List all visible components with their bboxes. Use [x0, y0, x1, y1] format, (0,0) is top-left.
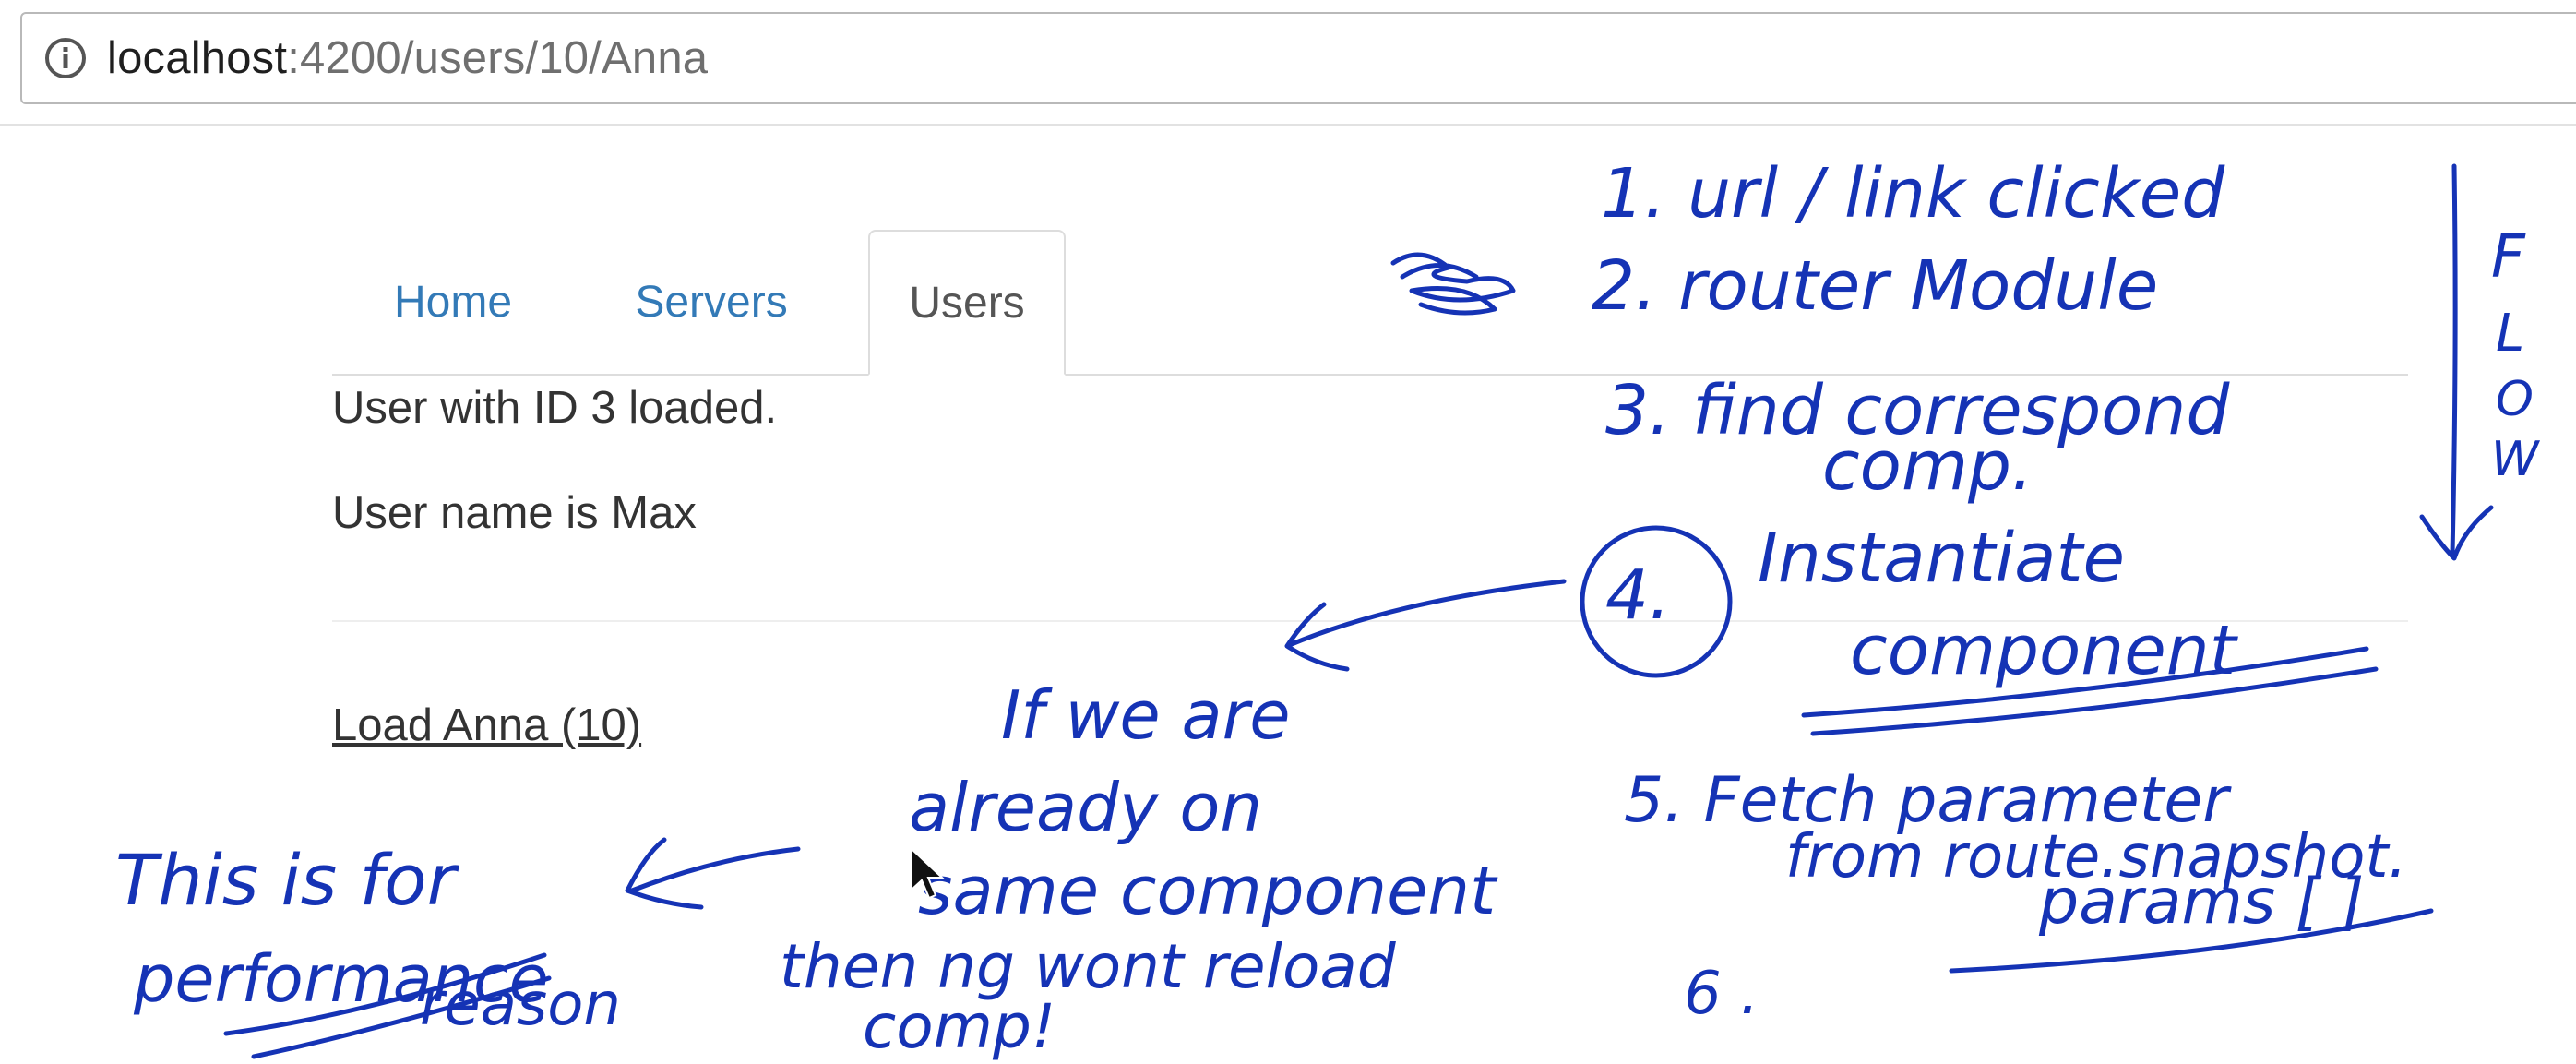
flow-letter-o: O — [2496, 372, 2534, 427]
step-4-circle — [1580, 525, 1733, 678]
flow-step-4-text2: component — [1850, 611, 2239, 690]
flow-letter-w: W — [2491, 432, 2541, 487]
divider — [332, 620, 2408, 622]
flow-step-5c: params [ ] — [2038, 866, 2364, 938]
flow-step-1: 1. url / link clicked — [1601, 154, 2225, 233]
note-left-3: reason — [420, 971, 621, 1039]
arrow-step4-to-note — [1284, 579, 1567, 672]
arrow-to-left-note — [625, 837, 801, 910]
flow-step-5: 5. Fetch parameter — [1624, 764, 2232, 837]
flow-step-4: 4. — [1605, 556, 1671, 635]
tab-servers[interactable]: Servers — [574, 230, 849, 374]
flow-letter-f: F — [2491, 223, 2526, 292]
underline-component — [1801, 646, 2379, 736]
flow-step-4-text: Instantiate — [1758, 519, 2125, 598]
url-text[interactable]: localhost:4200/users/10/Anna — [107, 32, 708, 84]
url-host: localhost — [107, 33, 288, 83]
address-bar[interactable]: localhost:4200/users/10/Anna — [20, 12, 2576, 104]
mouse-cursor-icon — [911, 847, 945, 900]
tab-users[interactable]: Users — [868, 230, 1066, 376]
note-left-1: This is for — [115, 839, 460, 921]
note-left-2: performance — [133, 941, 549, 1017]
note-middle-5: comp! — [863, 991, 1055, 1062]
info-icon[interactable] — [44, 37, 87, 79]
note-middle-4: then ng wont reload — [780, 931, 1397, 1002]
user-name-text: User name is Max — [332, 488, 697, 538]
note-middle-3: same component — [918, 852, 1498, 929]
flow-step-5b: from route.snapshot. — [1785, 823, 2407, 891]
url-path: :4200/users/10/Anna — [287, 33, 709, 83]
flow-arrow — [2419, 163, 2494, 561]
load-anna-link[interactable]: Load Anna (10) — [332, 699, 641, 751]
flow-letter-l: L — [2496, 304, 2524, 364]
underline-performance — [223, 952, 552, 1059]
flow-step-3: 3. find correspond — [1605, 371, 2230, 450]
nav-tabs: Home Servers Users — [332, 230, 2408, 376]
browser-toolbar: localhost:4200/users/10/Anna — [0, 0, 2576, 126]
flow-step-6: 6 . — [1684, 960, 1759, 1028]
user-loaded-text: User with ID 3 loaded. — [332, 383, 778, 433]
flow-step-3b: comp. — [1822, 426, 2033, 506]
note-middle-1: If we are — [1001, 676, 1291, 754]
note-middle-2: already on — [909, 769, 1262, 846]
underline-params — [1949, 908, 2434, 974]
tab-home[interactable]: Home — [332, 230, 574, 374]
